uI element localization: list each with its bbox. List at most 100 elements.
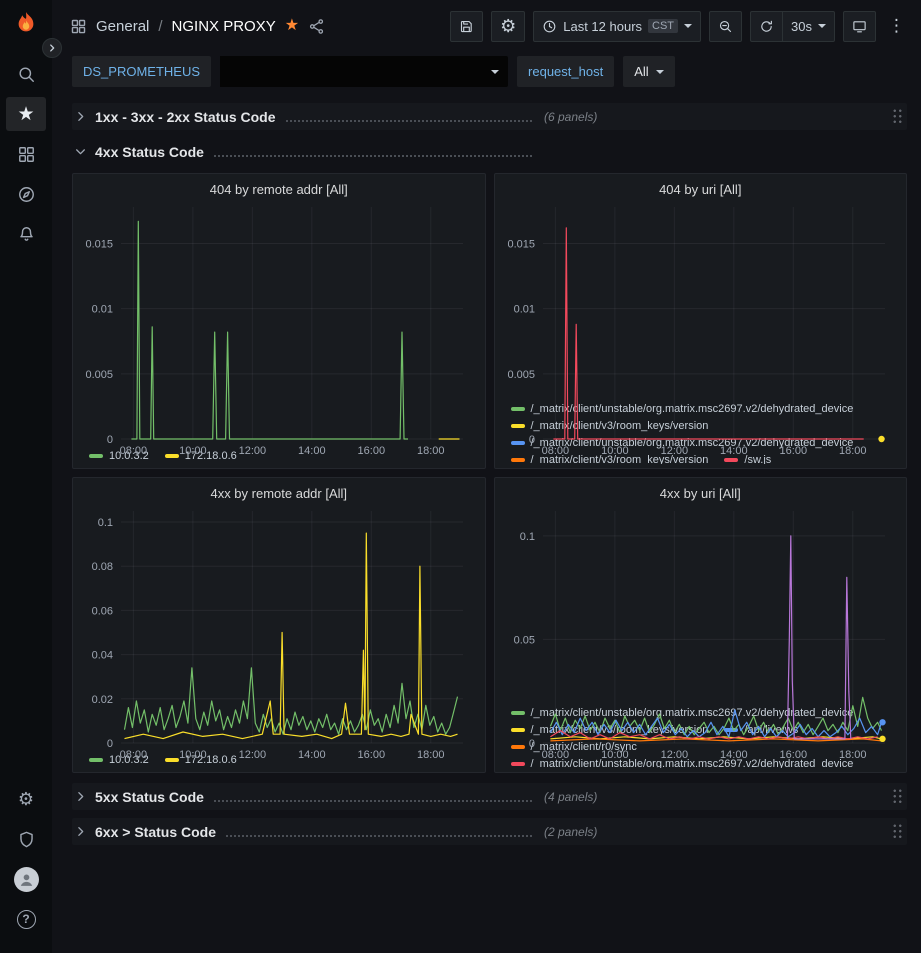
dotted-leader	[286, 112, 532, 122]
row-panel-count: (2 panels)	[544, 825, 597, 839]
dashboard-settings-button[interactable]: ⚙	[491, 11, 525, 42]
svg-text:14:00: 14:00	[298, 749, 326, 761]
refresh-interval-picker[interactable]: 30s	[782, 11, 835, 42]
dotted-leader	[214, 147, 532, 157]
share-icon[interactable]	[308, 18, 325, 35]
svg-text:12:00: 12:00	[660, 749, 688, 761]
save-dashboard-button[interactable]	[450, 11, 483, 42]
panel-404-by-uri: 404 by uri [All] 08:0010:0012:0014:0016:…	[494, 173, 908, 469]
row-5xx-status-code[interactable]: 5xx Status Code (4 panels)	[72, 783, 907, 810]
datasource-variable-select[interactable]	[220, 56, 508, 87]
time-range-picker[interactable]: Last 12 hours CST	[533, 11, 701, 42]
svg-text:0.08: 0.08	[92, 561, 113, 573]
panel-4xx-by-uri: 4xx by uri [All] 08:0010:0012:0014:0016:…	[494, 477, 908, 773]
favorite-star-icon[interactable]: ★	[285, 18, 299, 34]
row-1xx-3xx-2xx-status-code[interactable]: 1xx - 3xx - 2xx Status Code (6 panels)	[72, 103, 907, 130]
dashboard-title[interactable]: NGINX PROXY	[172, 18, 276, 35]
gear-icon: ⚙	[18, 790, 34, 808]
svg-text:18:00: 18:00	[839, 749, 867, 761]
time-series-plot[interactable]: 08:0010:0012:0014:0016:0018:0000.020.040…	[81, 503, 477, 751]
starred-dashboards-icon[interactable]: ★	[6, 97, 46, 131]
refresh-button[interactable]	[750, 11, 782, 42]
chevron-right-icon	[74, 790, 87, 803]
row-title: 1xx - 3xx - 2xx Status Code	[95, 109, 276, 125]
panel-title[interactable]: 4xx by uri [All]	[503, 483, 899, 503]
dashboards-icon[interactable]	[6, 137, 46, 171]
help-icon[interactable]: ?	[6, 902, 46, 936]
refresh-group: 30s	[750, 11, 835, 42]
redacted-value	[220, 56, 491, 87]
request-host-select[interactable]: All	[623, 56, 674, 87]
gear-icon: ⚙	[500, 17, 516, 35]
explore-compass-icon[interactable]	[6, 177, 46, 211]
time-range-label: Last 12 hours	[563, 19, 642, 34]
time-series-plot[interactable]: 08:0010:0012:0014:0016:0018:0000.050.1	[503, 503, 899, 704]
svg-text:10:00: 10:00	[601, 445, 629, 457]
row-drag-handle-icon[interactable]	[892, 823, 903, 840]
tv-mode-button[interactable]	[843, 11, 876, 42]
dashboard-body: 1xx - 3xx - 2xx Status Code (6 panels) 4…	[52, 97, 921, 953]
timezone-badge: CST	[648, 19, 678, 33]
chevron-down-icon	[818, 24, 826, 28]
svg-text:12:00: 12:00	[239, 749, 267, 761]
apps-grid-icon[interactable]	[70, 18, 87, 35]
svg-text:14:00: 14:00	[720, 445, 748, 457]
svg-text:10:00: 10:00	[179, 749, 207, 761]
grafana-app: ★ ⚙ ?	[0, 0, 921, 953]
svg-text:16:00: 16:00	[779, 749, 807, 761]
sidebar-toggle-chevron[interactable]	[42, 38, 62, 58]
svg-text:0: 0	[528, 738, 534, 750]
svg-text:0: 0	[107, 434, 113, 446]
chevron-down-icon	[684, 24, 692, 28]
datasource-variable-label[interactable]: DS_PROMETHEUS	[72, 56, 211, 87]
search-icon[interactable]	[6, 57, 46, 91]
svg-text:16:00: 16:00	[358, 445, 386, 457]
svg-text:08:00: 08:00	[120, 749, 148, 761]
chevron-right-icon	[74, 825, 87, 838]
panel-title[interactable]: 4xx by remote addr [All]	[81, 483, 477, 503]
svg-text:16:00: 16:00	[779, 445, 807, 457]
svg-text:18:00: 18:00	[417, 445, 445, 457]
time-series-plot[interactable]: 08:0010:0012:0014:0016:0018:0000.0050.01…	[81, 199, 477, 447]
svg-text:08:00: 08:00	[541, 445, 569, 457]
server-admin-shield-icon[interactable]	[6, 822, 46, 856]
clock-icon	[542, 19, 557, 34]
user-avatar[interactable]	[6, 862, 46, 896]
svg-text:10:00: 10:00	[179, 445, 207, 457]
kebab-menu-icon[interactable]: ⋮	[884, 16, 909, 36]
svg-text:0: 0	[107, 738, 113, 750]
breadcrumb: General / NGINX PROXY ★	[70, 18, 325, 35]
configuration-gear-icon[interactable]: ⚙	[6, 782, 46, 816]
row-4xx-status-code[interactable]: 4xx Status Code	[72, 138, 907, 165]
svg-text:0.05: 0.05	[513, 634, 534, 646]
chevron-down-icon	[656, 70, 664, 74]
row-drag-handle-icon[interactable]	[892, 788, 903, 805]
svg-text:08:00: 08:00	[120, 445, 148, 457]
svg-text:18:00: 18:00	[417, 749, 445, 761]
zoom-out-button[interactable]	[709, 11, 742, 42]
svg-text:0.04: 0.04	[92, 650, 113, 662]
svg-text:12:00: 12:00	[239, 445, 267, 457]
svg-text:16:00: 16:00	[358, 749, 386, 761]
panel-title[interactable]: 404 by uri [All]	[503, 179, 899, 199]
chevron-right-icon	[74, 110, 87, 123]
svg-text:0.005: 0.005	[85, 369, 113, 381]
grafana-logo-icon[interactable]	[11, 10, 41, 40]
row-title: 6xx > Status Code	[95, 824, 216, 840]
panel-4xx-by-remote-addr: 4xx by remote addr [All] 08:00 10:00 12:00…	[72, 477, 486, 773]
time-series-plot[interactable]: 08:0010:0012:0014:0016:0018:0000.0050.01…	[503, 199, 899, 400]
row-title: 5xx Status Code	[95, 789, 204, 805]
alerting-bell-icon[interactable]	[6, 217, 46, 251]
kebab-glyph: ⋮	[888, 16, 905, 35]
svg-text:0.1: 0.1	[519, 531, 534, 543]
chevron-down-icon	[74, 145, 87, 158]
panel-title[interactable]: 404 by remote addr [All]	[81, 179, 477, 199]
request-host-variable-label[interactable]: request_host	[517, 56, 614, 87]
breadcrumb-section[interactable]: General	[96, 18, 149, 35]
svg-text:0.015: 0.015	[507, 238, 535, 250]
panels-grid: 404 by remote addr [All] 08:0010:0012:00…	[72, 173, 907, 773]
row-title: 4xx Status Code	[95, 144, 204, 160]
row-drag-handle-icon[interactable]	[892, 108, 903, 125]
question-icon: ?	[17, 910, 36, 929]
row-6xx-status-code[interactable]: 6xx > Status Code (2 panels)	[72, 818, 907, 845]
